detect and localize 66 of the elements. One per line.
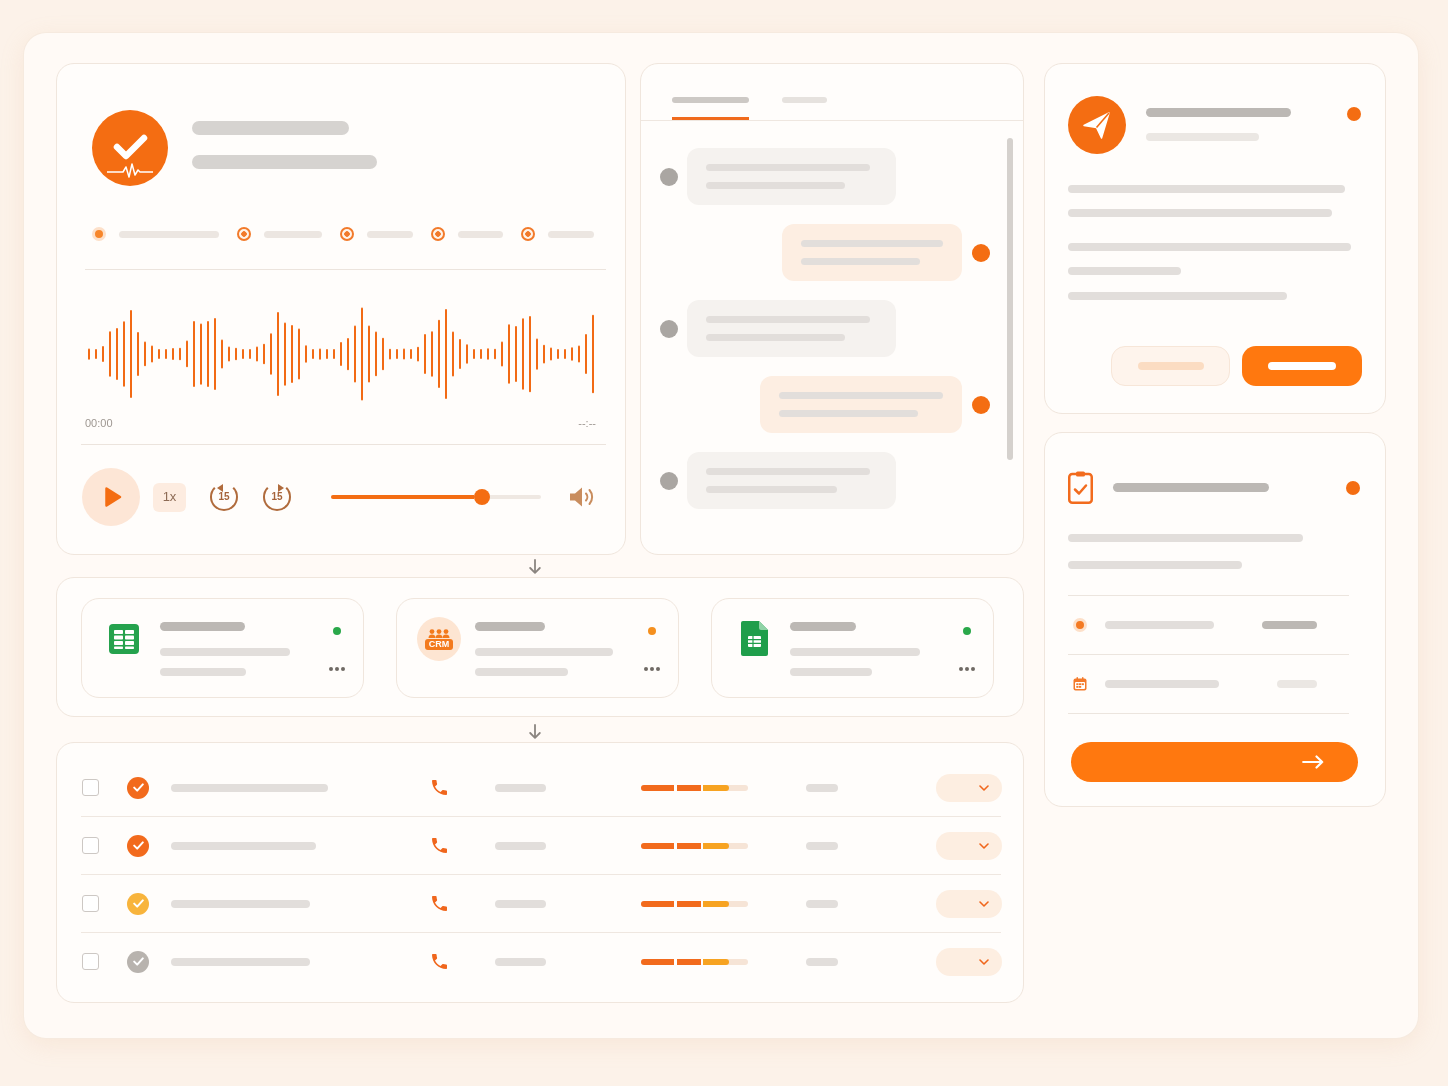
phone-icon[interactable]: [432, 954, 447, 969]
spreadsheet-icon: [109, 624, 139, 654]
placeholder-line: [806, 783, 838, 792]
phone-icon[interactable]: [432, 780, 447, 795]
scrollbar[interactable]: [1007, 138, 1013, 460]
avatar-icon: [972, 243, 990, 262]
integration-card[interactable]: [711, 598, 994, 698]
checkbox[interactable]: [82, 779, 99, 796]
placeholder-line: [806, 841, 838, 850]
placeholder-line: [495, 783, 546, 792]
placeholder-line: [548, 230, 594, 238]
chevron-down-icon: [979, 784, 989, 791]
checkbox[interactable]: [82, 837, 99, 854]
placeholder-line: [1268, 362, 1336, 370]
time-elapsed: 00:00: [85, 416, 113, 430]
phone-icon[interactable]: [432, 838, 447, 853]
placeholder-line: [782, 97, 827, 103]
placeholder-line: [806, 899, 838, 908]
primary-button[interactable]: [1242, 346, 1362, 386]
rewind-button[interactable]: 15: [210, 483, 238, 511]
placeholder-line: [806, 957, 838, 966]
avatar-icon: [972, 395, 990, 414]
placeholder-line: [475, 622, 545, 631]
avatar-icon: [660, 319, 678, 338]
clipboard-check-icon: [1068, 471, 1093, 504]
calendar-icon: [1073, 677, 1087, 691]
placeholder-line: [790, 622, 856, 631]
arrow-right-icon: [1302, 755, 1324, 769]
placeholder-line: [495, 899, 546, 908]
speed-button[interactable]: 1x: [153, 482, 186, 512]
placeholder-line: [1262, 621, 1317, 629]
checkbox[interactable]: [82, 953, 99, 970]
next-button[interactable]: [1071, 742, 1358, 782]
more-icon[interactable]: [644, 667, 660, 671]
checkbox[interactable]: [82, 895, 99, 912]
integration-card[interactable]: CRM: [396, 598, 679, 698]
placeholder-line: [458, 230, 503, 238]
more-icon[interactable]: [329, 667, 345, 671]
avatar-icon: [660, 167, 678, 186]
placeholder-line: [264, 230, 322, 238]
chevron-down-icon: [979, 958, 989, 965]
slider-thumb[interactable]: [474, 489, 491, 505]
paper-plane-icon: [1068, 96, 1126, 154]
status-dot-icon: [1073, 618, 1087, 632]
avatar-icon: [660, 471, 678, 490]
chevron-down-icon: [979, 842, 989, 849]
arrow-down-icon: [529, 558, 541, 574]
integration-card[interactable]: [81, 598, 364, 698]
play-icon: [104, 486, 122, 508]
phone-icon[interactable]: [432, 896, 447, 911]
status-dot-icon: [1346, 480, 1360, 495]
placeholder-line: [1277, 680, 1317, 688]
placeholder-line: [495, 957, 546, 966]
status-dot-icon: [1347, 107, 1361, 121]
time-total: --:--: [578, 416, 596, 430]
arrow-down-icon: [529, 723, 541, 739]
placeholder-line: [495, 841, 546, 850]
more-icon[interactable]: [959, 667, 975, 671]
document-icon: [740, 621, 768, 656]
placeholder-line: [367, 230, 413, 238]
people-icon: [428, 628, 450, 638]
volume-icon: [569, 486, 594, 508]
chevron-down-icon: [979, 900, 989, 907]
check-badge-icon: [92, 110, 168, 186]
placeholder-line: [1137, 362, 1204, 370]
forward-button[interactable]: 15: [263, 483, 291, 511]
